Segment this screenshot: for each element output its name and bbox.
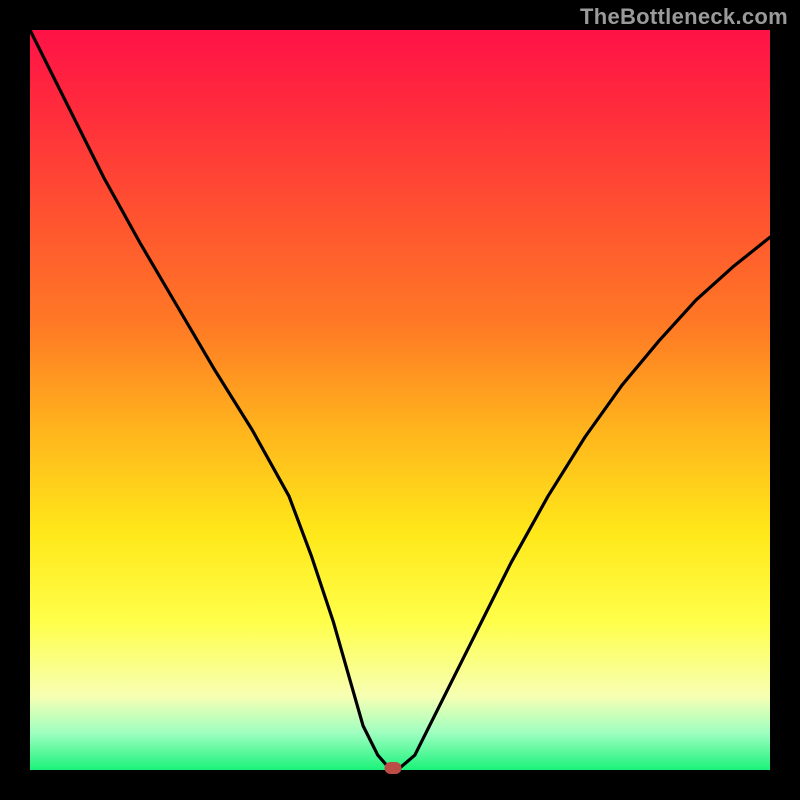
site-watermark: TheBottleneck.com <box>580 4 788 30</box>
plot-area <box>30 30 770 770</box>
optimum-marker <box>384 762 401 774</box>
chart-frame: TheBottleneck.com <box>0 0 800 800</box>
bottleneck-curve <box>30 30 770 770</box>
